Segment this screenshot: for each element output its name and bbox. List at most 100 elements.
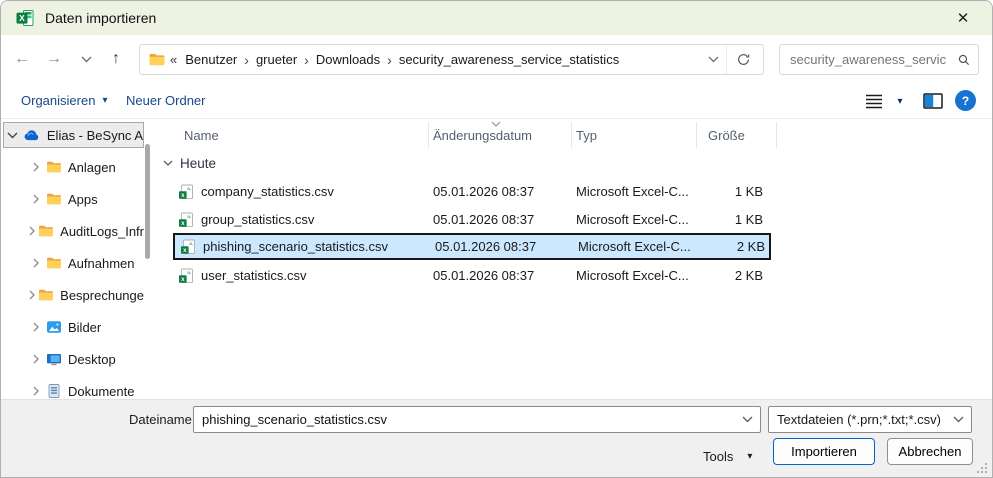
file-date: 05.01.2026 08:37	[428, 184, 571, 199]
sidebar-item-apps[interactable]: Apps	[1, 183, 144, 215]
back-icon[interactable]: ←	[7, 44, 37, 74]
dialog-content: Elias - BeSync A Anlagen Apps AuditLogs_…	[1, 119, 992, 399]
breadcrumb-users[interactable]: Benutzer	[179, 52, 243, 67]
file-name: group_statistics.csv	[201, 212, 314, 227]
file-size: 2 KB	[696, 268, 771, 283]
filename-label: Dateiname:	[129, 412, 195, 427]
column-divider[interactable]	[428, 122, 429, 148]
sidebar-item-onedrive-root[interactable]: Elias - BeSync A	[3, 122, 144, 148]
dialog-title: Daten importieren	[45, 10, 156, 26]
view-options-caret-icon[interactable]: ▾	[891, 91, 909, 111]
column-divider[interactable]	[571, 122, 572, 148]
cancel-label: Abbrechen	[899, 444, 962, 459]
desktop-icon	[46, 351, 62, 367]
tools-button[interactable]: Tools ▾	[703, 443, 752, 469]
chevron-right-icon[interactable]	[29, 258, 43, 268]
sidebar-item-label: Dokumente	[68, 384, 134, 399]
sidebar-item-auditlogs[interactable]: AuditLogs_Infr	[1, 215, 144, 247]
chevron-right-icon[interactable]	[29, 162, 43, 172]
recent-locations-chevron-icon[interactable]	[71, 44, 101, 74]
column-divider[interactable]	[776, 122, 777, 148]
svg-text:X: X	[19, 13, 25, 23]
organize-label: Organisieren	[21, 93, 95, 108]
import-label: Importieren	[791, 444, 857, 459]
svg-text:x: x	[181, 276, 185, 283]
svg-text:a,: a,	[187, 270, 191, 275]
column-header-size[interactable]: Größe	[708, 121, 745, 149]
column-header-date[interactable]: Änderungsdatum	[433, 121, 532, 149]
svg-text:x: x	[183, 247, 187, 254]
filetype-dropdown-chevron-icon	[945, 416, 971, 423]
sidebar-item-besprechungen[interactable]: Besprechunge	[1, 279, 144, 311]
breadcrumb-grueter[interactable]: grueter	[250, 52, 303, 67]
svg-text:a,: a,	[187, 214, 191, 219]
filetype-select[interactable]: Textdateien (*.prn;*.txt;*.csv)	[768, 406, 972, 433]
breadcrumb-overflow-icon[interactable]: «	[166, 52, 179, 67]
sidebar-item-label: Bilder	[68, 320, 101, 335]
import-button[interactable]: Importieren	[773, 438, 875, 465]
search-box	[779, 44, 979, 75]
resize-grip[interactable]	[976, 462, 988, 477]
address-dropdown-chevron-icon[interactable]	[701, 46, 727, 74]
details-view-icon[interactable]	[861, 91, 887, 111]
refresh-icon[interactable]	[727, 46, 759, 74]
chevron-right-icon[interactable]	[29, 386, 43, 396]
dialog-footer: Dateiname: Textdateien (*.prn;*.txt;*.cs…	[1, 399, 992, 478]
pictures-icon	[46, 319, 62, 335]
chevron-down-icon[interactable]	[4, 132, 21, 139]
sidebar-item-bilder[interactable]: Bilder	[1, 311, 144, 343]
sidebar-scrollbar[interactable]	[145, 144, 150, 259]
file-name: company_statistics.csv	[201, 184, 334, 199]
cancel-button[interactable]: Abbrechen	[887, 438, 973, 465]
group-label: Heute	[180, 156, 216, 171]
help-icon[interactable]: ?	[955, 90, 976, 111]
close-icon[interactable]: ✕	[944, 4, 982, 32]
column-header-type[interactable]: Typ	[576, 121, 597, 149]
group-header-today[interactable]: Heute	[163, 152, 216, 174]
sidebar-item-dokumente[interactable]: Dokumente	[1, 375, 144, 399]
file-row-user-statistics[interactable]: a,x user_statistics.csv 05.01.2026 08:37…	[173, 262, 771, 289]
chevron-right-icon[interactable]	[29, 322, 43, 332]
forward-icon[interactable]: →	[39, 44, 69, 74]
sidebar-item-anlagen[interactable]: Anlagen	[1, 151, 144, 183]
folder-icon	[46, 159, 62, 175]
up-icon[interactable]: ↑	[101, 44, 131, 74]
sidebar-item-label: AuditLogs_Infr	[60, 224, 144, 239]
file-size: 2 KB	[698, 239, 773, 254]
sidebar-item-desktop[interactable]: Desktop	[1, 343, 144, 375]
search-input[interactable]	[780, 52, 950, 67]
onedrive-cloud-icon	[23, 127, 40, 144]
column-header-name[interactable]: Name	[184, 121, 219, 149]
folder-icon	[38, 287, 54, 303]
chevron-right-icon[interactable]	[29, 354, 43, 364]
documents-icon	[46, 383, 62, 399]
sidebar-root-label: Elias - BeSync A	[47, 128, 143, 143]
chevron-right-icon: ›	[303, 52, 310, 68]
organize-button[interactable]: Organisieren ▾	[21, 83, 107, 118]
sidebar-item-label: Apps	[68, 192, 98, 207]
chevron-right-icon[interactable]	[29, 290, 35, 300]
caret-down-icon: ▾	[747, 451, 752, 462]
sidebar-item-aufnahmen[interactable]: Aufnahmen	[1, 247, 144, 279]
address-bar[interactable]: « Benutzer › grueter › Downloads › secur…	[139, 44, 764, 75]
filetype-value: Textdateien (*.prn;*.txt;*.csv)	[777, 412, 945, 427]
filename-dropdown-chevron-icon[interactable]	[734, 416, 760, 423]
tools-label: Tools	[703, 449, 733, 464]
file-row-group-statistics[interactable]: a,x group_statistics.csv 05.01.2026 08:3…	[173, 206, 771, 233]
new-folder-button[interactable]: Neuer Ordner	[126, 83, 205, 118]
chevron-right-icon[interactable]	[29, 226, 35, 236]
file-row-company-statistics[interactable]: a,x company_statistics.csv 05.01.2026 08…	[173, 178, 771, 205]
column-divider[interactable]	[696, 122, 697, 148]
filename-input[interactable]	[194, 412, 734, 427]
chevron-right-icon[interactable]	[29, 194, 43, 204]
search-icon[interactable]	[950, 53, 978, 67]
breadcrumb-current-folder[interactable]: security_awareness_service_statistics	[393, 52, 625, 67]
csv-file-icon: a,x	[178, 268, 194, 284]
file-row-phishing-scenario-statistics-selected[interactable]: a,x phishing_scenario_statistics.csv 05.…	[173, 233, 771, 260]
preview-pane-icon[interactable]	[921, 92, 945, 110]
navigation-sidebar: Elias - BeSync A Anlagen Apps AuditLogs_…	[1, 119, 157, 399]
file-date: 05.01.2026 08:37	[428, 268, 571, 283]
command-bar: Organisieren ▾ Neuer Ordner ▾ ?	[1, 83, 992, 119]
svg-text:x: x	[181, 192, 185, 199]
breadcrumb-downloads[interactable]: Downloads	[310, 52, 386, 67]
